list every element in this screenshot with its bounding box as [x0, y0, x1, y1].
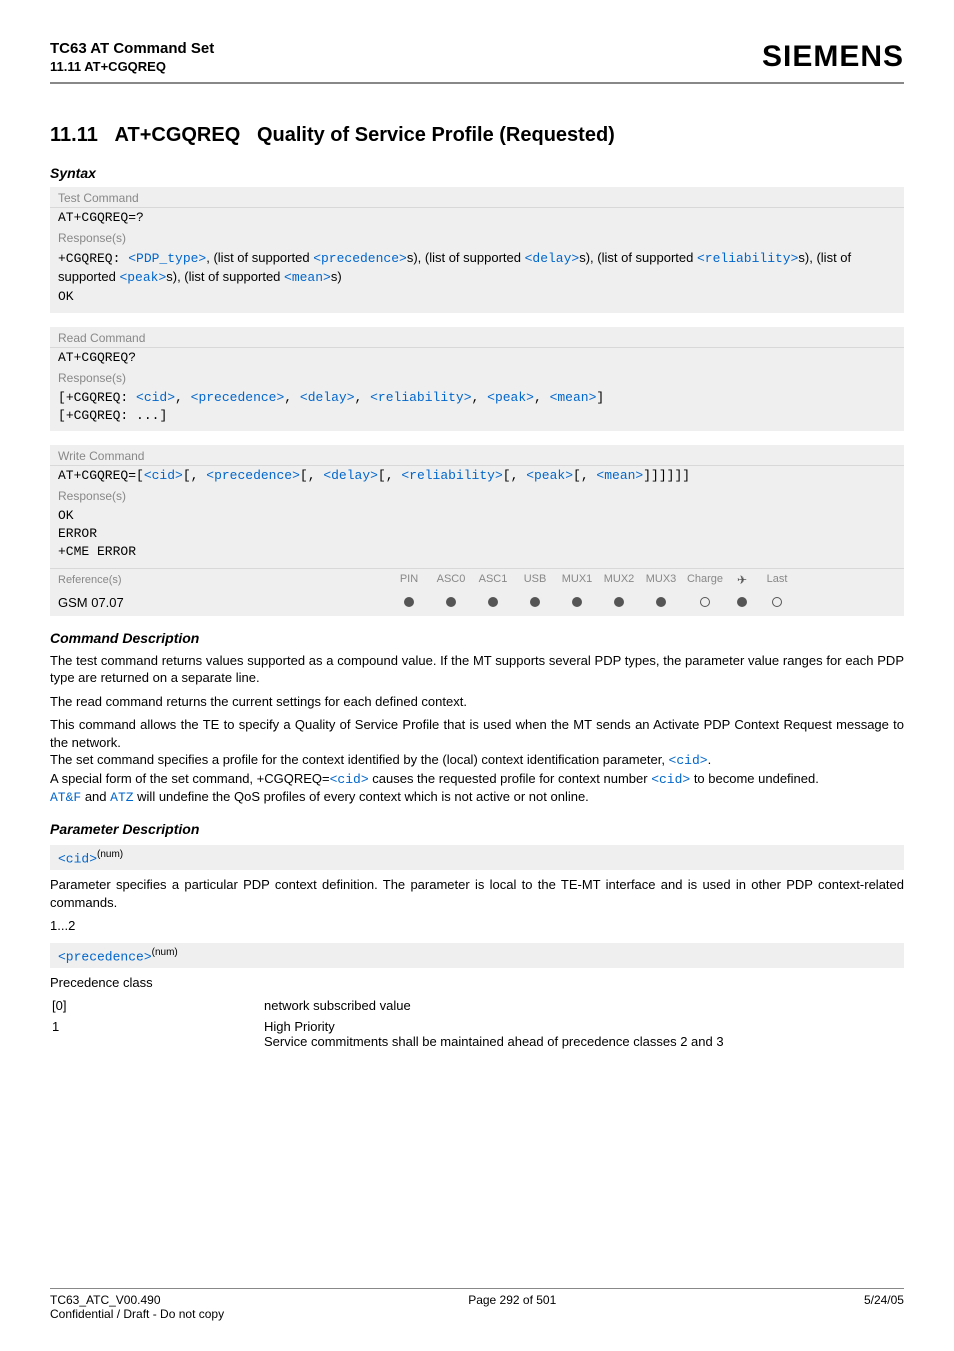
test-command-cmd: AT+CGQREQ=?	[50, 208, 904, 229]
read-command-cmd: AT+CGQREQ?	[50, 348, 904, 369]
write-response-label: Response(s)	[50, 487, 904, 505]
reference-label: Reference(s)	[58, 574, 388, 586]
dot-mux1	[572, 597, 582, 607]
dot-asc0	[446, 597, 456, 607]
write-response-body: OK ERROR +CME ERROR	[50, 505, 904, 568]
section-heading: 11.11 AT+CGQREQ Quality of Service Profi…	[50, 124, 904, 147]
col-mux3: MUX3	[640, 573, 682, 587]
cmd-desc-p2: The read command returns the current set…	[50, 693, 904, 711]
col-asc0: ASC0	[430, 573, 472, 587]
param-cid-box: <cid>(num)	[50, 845, 904, 870]
dot-mux3	[656, 597, 666, 607]
page-footer: TC63_ATC_V00.490 Page 292 of 501 5/24/05…	[50, 1288, 904, 1321]
col-last: Last	[756, 573, 798, 587]
cmd-desc-p6: AT&F and ATZ will undefine the QoS profi…	[50, 788, 904, 807]
test-response-label: Response(s)	[50, 229, 904, 247]
dot-usb	[530, 597, 540, 607]
syntax-heading: Syntax	[50, 165, 904, 181]
write-command-block: Write Command AT+CGQREQ=[<cid>[, <preced…	[50, 445, 904, 616]
cmd-desc-p5: A special form of the set command, +CGQR…	[50, 770, 904, 789]
col-airplane-icon: ✈	[728, 573, 756, 587]
test-command-block: Test Command AT+CGQREQ=? Response(s) +CG…	[50, 187, 904, 313]
param-cid-desc: Parameter specifies a particular PDP con…	[50, 876, 904, 911]
header-rule	[50, 82, 904, 84]
param-cid-range: 1...2	[50, 917, 904, 935]
cmd-desc-p4: The set command specifies a profile for …	[50, 751, 904, 770]
write-command-cmd: AT+CGQREQ=[<cid>[, <precedence>[, <delay…	[50, 466, 904, 487]
reference-value-row: GSM 07.07	[50, 591, 904, 616]
read-response-body: [+CGQREQ: <cid>, <precedence>, <delay>, …	[50, 387, 904, 431]
command-description-heading: Command Description	[50, 630, 904, 646]
doc-title: TC63 AT Command Set	[50, 40, 214, 57]
doc-subtitle: 11.11 AT+CGQREQ	[50, 59, 214, 74]
param-precedence-table: [0] network subscribed value 1 High Prio…	[50, 994, 904, 1053]
footer-right: 5/24/05	[864, 1293, 904, 1307]
col-asc1: ASC1	[472, 573, 514, 587]
cmd-desc-p3: This command allows the TE to specify a …	[50, 716, 904, 751]
col-usb: USB	[514, 573, 556, 587]
dot-asc1	[488, 597, 498, 607]
write-command-label: Write Command	[50, 445, 904, 466]
col-charge: Charge	[682, 573, 728, 587]
footer-left: TC63_ATC_V00.490	[50, 1293, 161, 1307]
dot-last	[772, 597, 782, 607]
dot-mux2	[614, 597, 624, 607]
param-precedence-title: Precedence class	[50, 974, 904, 992]
footer-center: Page 292 of 501	[468, 1293, 556, 1307]
col-mux2: MUX2	[598, 573, 640, 587]
reference-header-row: Reference(s) PIN ASC0 ASC1 USB MUX1 MUX2…	[50, 568, 904, 591]
dot-pin	[404, 597, 414, 607]
parameter-description-heading: Parameter Description	[50, 821, 904, 837]
read-response-label: Response(s)	[50, 369, 904, 387]
col-mux1: MUX1	[556, 573, 598, 587]
table-row: 1 High Priority Service commitments shal…	[52, 1017, 902, 1051]
test-response-body: +CGQREQ: <PDP_type>, (list of supported …	[50, 247, 904, 313]
test-command-label: Test Command	[50, 187, 904, 208]
reference-value: GSM 07.07	[58, 595, 388, 610]
cmd-desc-p1: The test command returns values supporte…	[50, 652, 904, 687]
dot-airplane	[737, 597, 747, 607]
dot-charge	[700, 597, 710, 607]
col-pin: PIN	[388, 573, 430, 587]
footer-confidential: Confidential / Draft - Do not copy	[50, 1307, 904, 1321]
table-row: [0] network subscribed value	[52, 996, 902, 1015]
read-command-label: Read Command	[50, 327, 904, 348]
page-header: TC63 AT Command Set 11.11 AT+CGQREQ SIEM…	[50, 40, 904, 74]
brand-logo: SIEMENS	[762, 40, 904, 74]
param-precedence-box: <precedence>(num)	[50, 943, 904, 968]
read-command-block: Read Command AT+CGQREQ? Response(s) [+CG…	[50, 327, 904, 431]
